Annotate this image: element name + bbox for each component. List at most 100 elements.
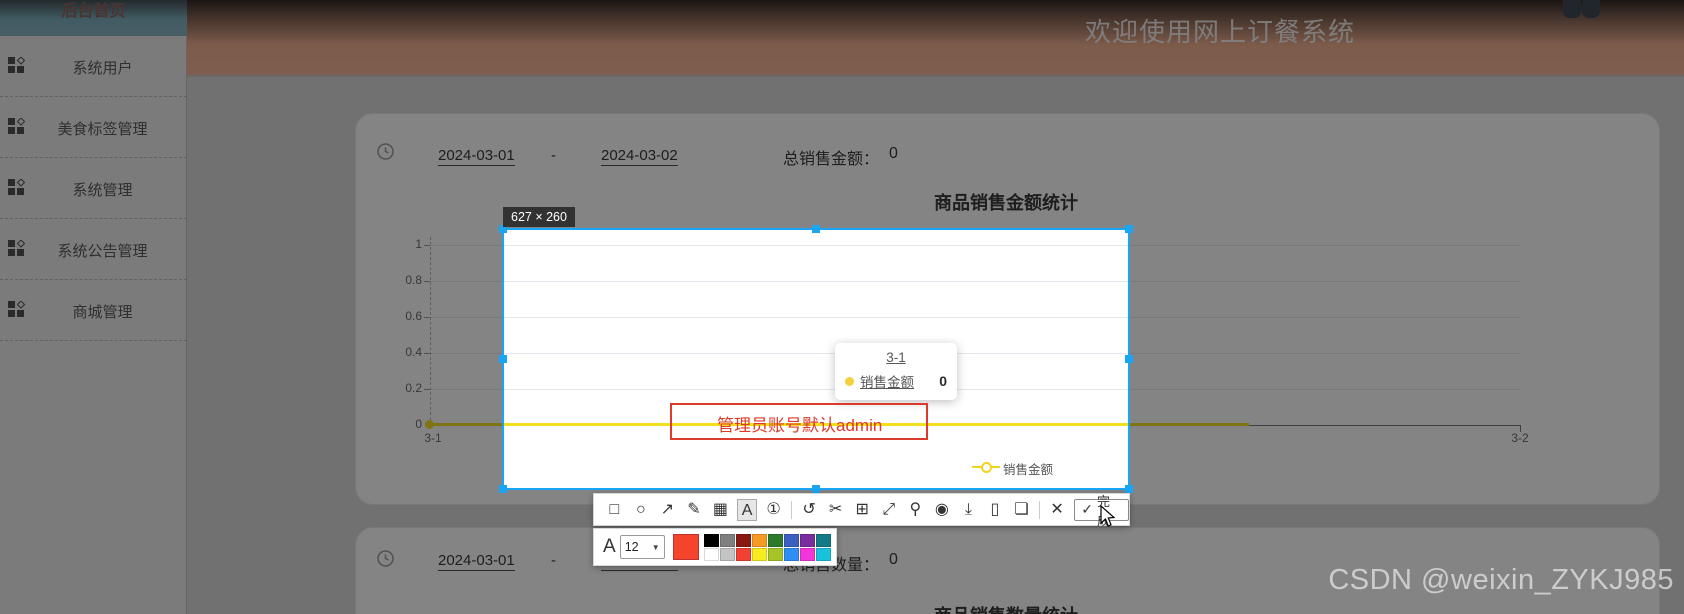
palette-color[interactable] [735,533,751,547]
palette-color[interactable] [783,547,799,561]
date-separator: - [551,147,556,164]
resize-handle-n[interactable] [812,225,820,233]
palette-color[interactable] [767,533,783,547]
palette-color[interactable] [751,547,767,561]
pen-tool-icon[interactable]: ✎ [684,499,705,521]
snip-selection[interactable] [499,225,1133,493]
mosaic-tool-icon[interactable]: ▦ [710,499,731,521]
palette-color[interactable] [783,533,799,547]
date-separator: - [551,552,556,569]
check-icon: ✓ [1081,501,1094,517]
pin-icon[interactable]: ⚲ [905,499,926,521]
watermark: CSDN @weixin_ZYKJ985 [1328,564,1674,596]
grid-icon [8,179,26,195]
screen: 欢迎使用网上订餐系统 后台首页 系统用户 美食标签管理 系统管理 系统公告管理 … [0,0,1684,614]
resize-handle-s[interactable] [812,485,820,493]
x-tick: 3-1 [424,431,442,445]
sidebar-item-label: 系统公告管理 [57,243,148,260]
sidebar-item-home[interactable]: 后台首页 [0,0,187,36]
grid-icon [8,301,26,317]
header-divider [187,75,1684,77]
resize-handle-se[interactable] [1125,485,1133,493]
total-amount-value: 0 [889,145,898,162]
translate-icon[interactable]: ⊞ [852,499,873,521]
clock-icon [377,143,394,160]
palette-color[interactable] [703,547,719,561]
step-number-tool-icon[interactable]: ① [763,499,784,521]
sidebar-home-label: 后台首页 [61,3,126,20]
chevron-down-icon: ▼ [651,542,660,552]
toolbar-separator [790,500,792,519]
font-size-dropdown[interactable]: 12 ▼ [619,535,665,559]
color-palette [703,533,831,561]
palette-color[interactable] [735,547,751,561]
y-tick: 0.8 [405,273,422,287]
resize-handle-w[interactable] [499,355,507,363]
resize-handle-ne[interactable] [1125,225,1133,233]
sidebar-item-label: 系统管理 [72,182,133,199]
y-axis [430,237,431,425]
start-date-input[interactable]: 2024-03-01 [438,147,515,166]
end-date-input[interactable]: 2024-03-02 [601,147,678,166]
sidebar-item-label: 美食标签管理 [57,121,148,138]
palette-color[interactable] [751,533,767,547]
avatar[interactable] [1563,0,1601,18]
sidebar-item-system-users[interactable]: 系统用户 [0,36,187,97]
y-tick: 0 [415,417,422,431]
sidebar: 后台首页 系统用户 美食标签管理 系统管理 系统公告管理 商城管理 [0,0,187,614]
y-tick: 0.2 [405,381,422,395]
fullscreen-icon[interactable]: ⤢ [878,499,899,521]
undo-icon[interactable]: ↺ [799,499,820,521]
record-icon[interactable]: ◉ [932,499,953,521]
cut-icon[interactable]: ✂ [825,499,846,521]
total-amount-label: 总销售金额： [783,151,880,168]
sidebar-item-label: 系统用户 [72,60,133,77]
y-tick: 0.4 [405,345,422,359]
total-count-value: 0 [889,551,898,568]
text-tool-icon[interactable]: A [736,498,758,521]
font-icon: A [603,536,616,557]
resize-handle-e[interactable] [1125,355,1133,363]
palette-color[interactable] [703,533,719,547]
palette-color[interactable] [719,547,735,561]
palette-color[interactable] [799,547,815,561]
selection-size-label: 627 × 260 [503,207,575,227]
resize-handle-sw[interactable] [499,485,507,493]
arrow-tool-icon[interactable]: ↗ [657,499,678,521]
text-style-panel: A 12 ▼ [593,528,837,566]
app-header: 欢迎使用网上订餐系统 [187,0,1684,75]
bookmark-icon[interactable]: ❏ [1011,499,1032,521]
start-date-input[interactable]: 2024-03-01 [438,552,515,571]
close-icon[interactable]: ✕ [1047,499,1068,521]
mouse-cursor [1100,505,1116,527]
current-color-swatch [672,534,699,560]
font-size-value: 12 [624,540,639,554]
palette-color[interactable] [815,547,831,561]
clock-icon [377,550,394,567]
download-icon[interactable]: ⤓ [958,499,979,521]
sidebar-item-system-mgmt[interactable]: 系统管理 [0,158,187,219]
grid-icon [8,240,26,256]
sidebar-item-food-tags[interactable]: 美食标签管理 [0,97,187,158]
chart-title: 商品销售数量统计 [856,602,1156,614]
chart-title: 商品销售金额统计 [934,193,1078,213]
rectangle-tool-icon[interactable]: □ [604,499,625,521]
grid-icon [8,57,26,73]
y-tick: 1 [415,237,422,251]
grid-icon [8,118,26,134]
sidebar-item-announcements[interactable]: 系统公告管理 [0,219,187,280]
palette-color[interactable] [767,547,783,561]
palette-color[interactable] [815,533,831,547]
palette-color[interactable] [799,533,815,547]
sidebar-item-mall-mgmt[interactable]: 商城管理 [0,280,187,341]
page-title: 欢迎使用网上订餐系统 [1085,17,1356,47]
palette-color[interactable] [719,533,735,547]
y-tick: 0.6 [405,309,422,323]
snip-toolbar: □ ○ ↗ ✎ ▦ A ① ↺ ✂ ⊞ ⤢ ⚲ ◉ ⤓ ▯ ❏ ✕ ✓ 完成 [593,493,1130,528]
x-tick: 3-2 [1511,431,1529,445]
toolbar-separator [1038,500,1040,519]
to-device-icon[interactable]: ▯ [985,499,1006,521]
series-data-point [425,420,434,429]
ellipse-tool-icon[interactable]: ○ [631,499,652,521]
sidebar-item-label: 商城管理 [72,304,133,321]
